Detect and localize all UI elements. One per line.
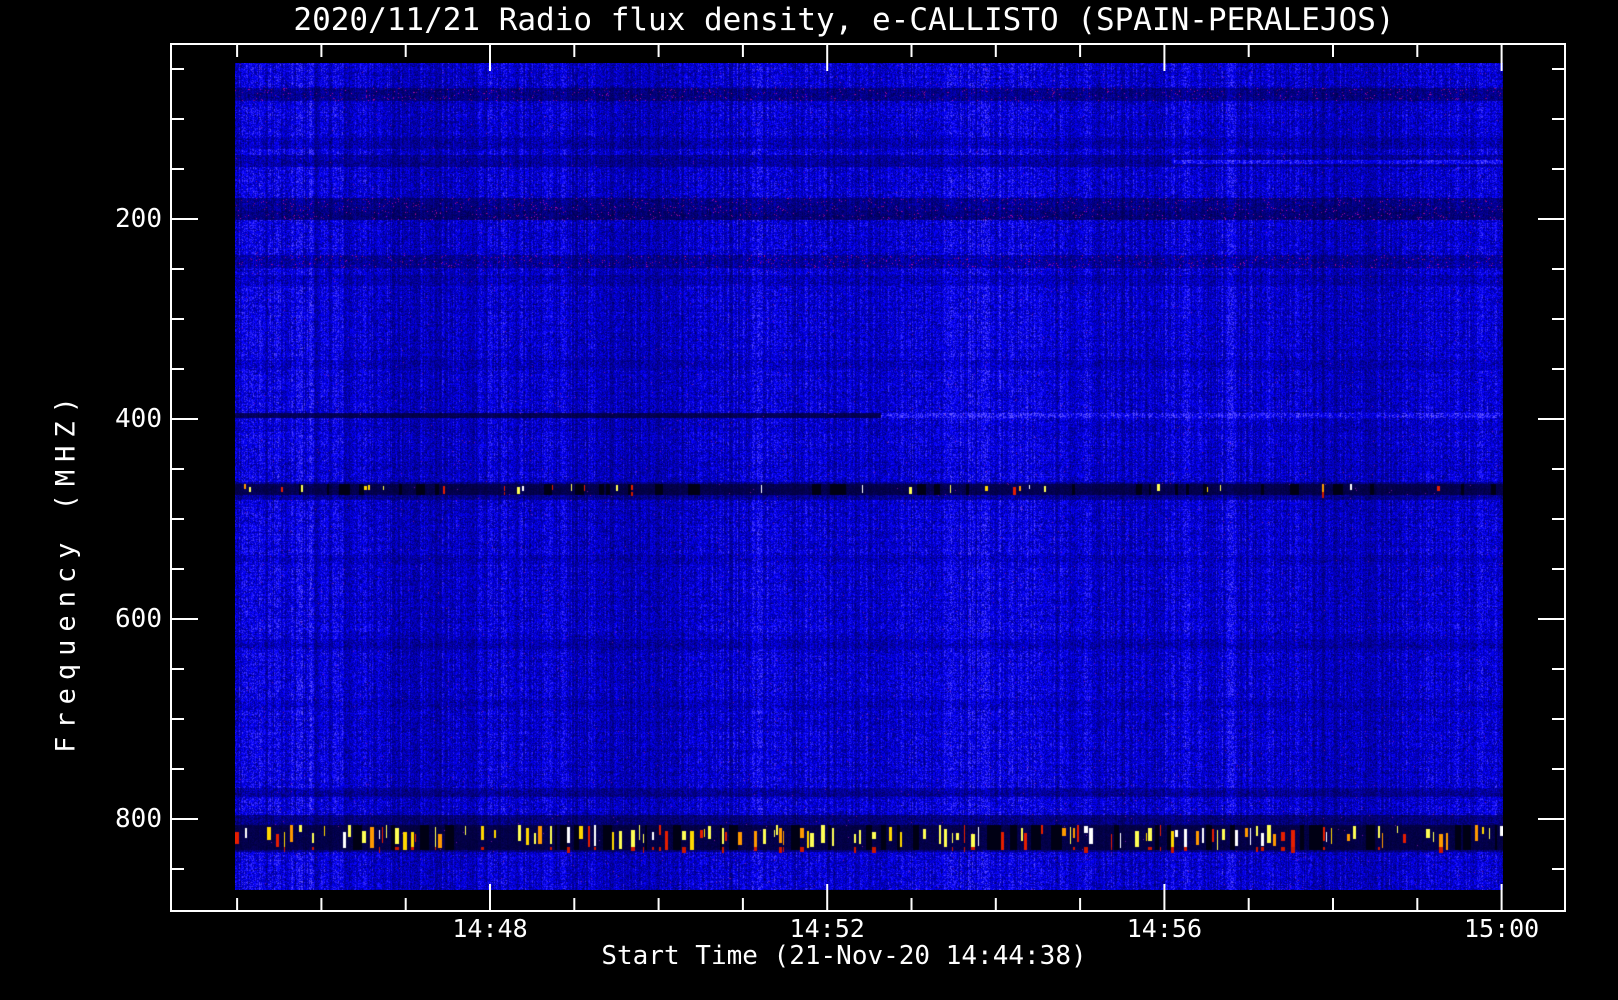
y-tick-label: 600	[115, 604, 162, 634]
x-tick-label: 14:56	[1126, 914, 1203, 943]
x-axis-label: Start Time (21-Nov-20 14:44:38)	[601, 941, 1087, 971]
axes-frame-and-ticks	[170, 43, 1566, 912]
y-tick-label: 800	[115, 804, 162, 834]
x-tick-label: 14:48	[452, 914, 528, 943]
y-tick-label: 200	[115, 204, 162, 234]
spectrogram-page: 2020/11/21 Radio flux density, e-CALLIST…	[0, 0, 1618, 1000]
x-tick-label: 14:52	[789, 914, 865, 943]
y-tick-label: 400	[115, 404, 162, 434]
x-tick-label: 15:00	[1463, 914, 1540, 943]
